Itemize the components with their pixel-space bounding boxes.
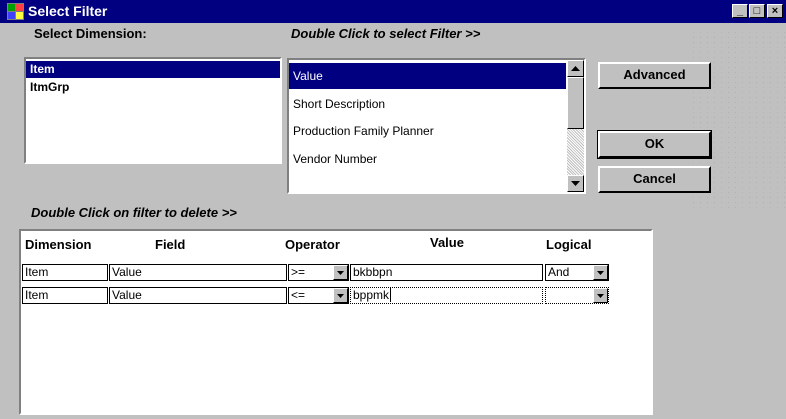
row2-value[interactable]: bppmk [350,287,543,304]
chevron-down-icon[interactable] [593,265,608,280]
cancel-button-label: Cancel [633,171,676,186]
app-icon [7,3,24,20]
row2-value-text: bppmk [353,288,390,302]
chevron-down-icon[interactable] [333,288,348,303]
row1-operator: >= [291,265,306,279]
close-button[interactable]: × [767,4,783,18]
title-bar[interactable]: Select Filter _ □ × [0,0,786,23]
row1-logical: And [548,265,570,279]
minimize-button[interactable]: _ [732,4,748,18]
ok-button-label: OK [644,136,665,151]
row1-logical-select[interactable]: And [545,264,609,281]
filter-item-value[interactable]: Value [289,63,566,89]
delete-filter-label: Double Click on filter to delete >> [31,205,237,220]
filter-item-vendor-number[interactable]: Vendor Number [289,146,566,172]
window-title: Select Filter [28,3,108,19]
select-filter-label: Double Click to select Filter >> [291,26,481,41]
ok-button[interactable]: OK [597,130,712,159]
header-dimension: Dimension [25,237,92,252]
header-value: Value [430,235,464,250]
text-caret [390,288,392,302]
row2-operator-select[interactable]: <= [288,287,349,304]
row2-logical-select[interactable] [545,287,609,304]
row2-operator: <= [291,288,306,302]
row1-field[interactable]: Value [109,264,287,281]
header-logical: Logical [546,237,592,252]
advanced-button[interactable]: Advanced [598,62,711,89]
row1-operator-select[interactable]: >= [288,264,349,281]
scroll-thumb[interactable] [567,77,584,129]
filter-item-short-description[interactable]: Short Description [289,91,566,117]
filter-scrollbar[interactable] [567,60,584,192]
scroll-down-button[interactable] [567,175,584,192]
dimension-list[interactable]: Item ItmGrp [24,57,282,164]
filter-list[interactable]: Value Short Description Production Famil… [287,58,586,194]
filter-grid[interactable]: Dimension Field Operator Value Logical I… [19,229,653,415]
arrow-down-icon [571,181,580,186]
row1-dimension[interactable]: Item [22,264,108,281]
dimension-item-itmgrp[interactable]: ItmGrp [26,79,280,96]
arrow-up-icon [571,66,580,71]
select-dimension-label: Select Dimension: [34,26,147,41]
maximize-icon: □ [753,5,761,17]
close-icon: × [771,5,779,17]
row1-value[interactable]: bkbbpn [350,264,543,281]
row2-dimension[interactable]: Item [22,287,108,304]
dimension-item-item[interactable]: Item [26,61,280,78]
cancel-button[interactable]: Cancel [598,166,711,193]
header-field: Field [155,237,186,252]
row2-field[interactable]: Value [109,287,287,304]
chevron-down-icon[interactable] [593,288,608,303]
maximize-button[interactable]: □ [749,4,765,18]
header-operator: Operator [285,237,340,252]
filter-item-production-family-planner[interactable]: Production Family Planner [289,118,566,144]
advanced-button-label: Advanced [623,67,686,82]
scroll-up-button[interactable] [567,60,584,77]
minimize-icon: _ [736,5,744,17]
chevron-down-icon[interactable] [333,265,348,280]
